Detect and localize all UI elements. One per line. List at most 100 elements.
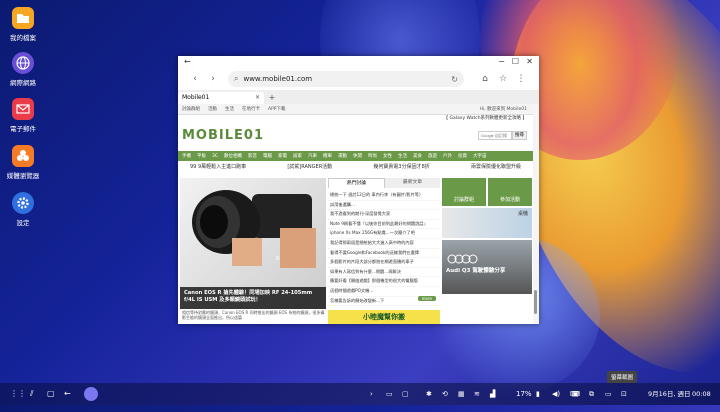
- card-join-event[interactable]: 參加活動: [488, 178, 532, 206]
- desktop-icon-email[interactable]: 電子郵件: [6, 98, 40, 133]
- menu-icon[interactable]: ⋮: [512, 74, 530, 84]
- category-link[interactable]: 電腦: [263, 153, 272, 159]
- topnav-item[interactable]: 活動: [208, 106, 217, 112]
- forum-list: 總統一下 週討12日的 車內行李（有圖片/影片等） 試用後選購... 我不過看到的期…: [328, 188, 440, 307]
- home-button-icon[interactable]: ▢: [47, 383, 55, 405]
- back-arrow-icon[interactable]: ←: [184, 56, 191, 68]
- forum-list-item[interactable]: 應要好看【開啟遊戲】那個機型的很大的電腦版: [328, 277, 440, 287]
- category-link[interactable]: 機車: [323, 153, 332, 159]
- window-titlebar[interactable]: ← − ☐ ✕: [178, 56, 539, 68]
- desktop-icon-label: 設定: [16, 219, 30, 227]
- back-button[interactable]: ‹: [186, 74, 204, 84]
- more-button[interactable]: more: [417, 296, 436, 301]
- screenshot-icon[interactable]: ▣: [572, 383, 579, 405]
- desktop-icon-my-files[interactable]: 我的檔案: [6, 7, 40, 42]
- apps-icon[interactable]: ⋮⋮: [10, 383, 26, 405]
- desktop-icon-media-browser[interactable]: 媒體瀏覽器: [6, 145, 40, 180]
- expand-icon[interactable]: ›: [370, 383, 373, 405]
- taskbar-date[interactable]: 9月16日, 週日: [648, 383, 691, 405]
- hero-caption[interactable]: Canon EOS R 搶先體驗！同場加映 RF 24-105mm f/4L I…: [180, 287, 326, 309]
- category-link[interactable]: 影音: [248, 153, 257, 159]
- topnav-item[interactable]: 生活: [225, 106, 234, 112]
- topnav-item[interactable]: APP下載: [268, 106, 286, 112]
- running-app-icon[interactable]: [84, 387, 98, 401]
- capture-icon[interactable]: ⧉: [589, 383, 594, 405]
- category-link[interactable]: 女性: [383, 153, 392, 159]
- forum-list-item[interactable]: 總統一下 週討12日的 車內行李（有圖片/影片等）: [328, 191, 440, 201]
- window-icon[interactable]: ▭: [386, 383, 393, 405]
- camera-photo: R: [192, 190, 316, 268]
- hero-image[interactable]: R Canon EOS R 搶先體驗！同場加映 RF 24-105mm f/4L…: [180, 178, 326, 309]
- category-link[interactable]: 旅遊: [428, 153, 437, 159]
- bottom-banner[interactable]: 小睦魔幫你搬: [328, 310, 440, 324]
- category-link[interactable]: 居家: [293, 153, 302, 159]
- category-link[interactable]: 美食: [413, 153, 422, 159]
- headline-link[interactable]: [試駕]RANGER活動: [287, 163, 332, 170]
- category-link[interactable]: 運動: [338, 153, 347, 159]
- site-search-input[interactable]: [478, 131, 512, 140]
- category-link[interactable]: 生活: [398, 153, 407, 159]
- new-tab-button[interactable]: +: [264, 92, 280, 104]
- topnav-item[interactable]: 在地行卡: [242, 106, 260, 112]
- site-logo[interactable]: MOBILE01: [182, 128, 264, 143]
- headline-link[interactable]: 幾何寶貴電3分保固才8折: [373, 163, 429, 170]
- page-scrollbar[interactable]: [533, 104, 539, 324]
- tab-latest-articles[interactable]: 最新文章: [385, 178, 440, 188]
- category-link[interactable]: 平板: [197, 153, 206, 159]
- headline-link[interactable]: 99 9萬輕鬆入主進口跑車: [190, 163, 246, 170]
- maximize-icon[interactable]: ☐: [512, 56, 519, 68]
- forum-list-item[interactable]: 我記得那兩屆是總統給大大進入高中時的內容: [328, 239, 440, 249]
- volume-icon[interactable]: ◀): [552, 383, 560, 405]
- card-discussion-group[interactable]: 討論群組: [442, 178, 486, 206]
- tab-mobile01[interactable]: Mobile01 ✕: [178, 92, 264, 104]
- signal-icon: ▟: [490, 390, 496, 398]
- close-icon[interactable]: ✕: [526, 56, 533, 68]
- category-link[interactable]: 家電: [278, 153, 287, 159]
- desktop-icon-label: 媒體瀏覽器: [6, 172, 40, 180]
- minimize-icon[interactable]: −: [498, 56, 505, 68]
- dex-icon[interactable]: ⊡: [621, 383, 627, 405]
- category-link[interactable]: 汽車: [308, 153, 317, 159]
- address-bar[interactable]: ⌕ www.mobile01.com ↻: [228, 71, 464, 87]
- tab-title: Mobile01: [182, 94, 210, 101]
- category-link[interactable]: 投資: [458, 153, 467, 159]
- scrollbar-thumb[interactable]: [534, 290, 537, 314]
- category-link[interactable]: 3C: [212, 154, 218, 159]
- category-link[interactable]: 大宇宙: [473, 153, 487, 159]
- tab-close-icon[interactable]: ✕: [255, 92, 260, 104]
- battery-percent: 17%: [516, 390, 532, 398]
- desktop-icon-settings[interactable]: 設定: [6, 192, 40, 227]
- reload-icon[interactable]: ↻: [451, 75, 458, 84]
- site-search-button[interactable]: 搜尋: [512, 131, 527, 140]
- card-desktop-ad[interactable]: 桌機: [442, 208, 532, 238]
- forum-list-item[interactable]: 多個影片的片段大部分都拍在網遊直播的車子: [328, 258, 440, 268]
- promo-text[interactable]: 【 Galaxy Watch系列軟體更新全攻略 】: [178, 115, 533, 123]
- category-link[interactable]: 數位相機: [224, 153, 242, 159]
- notification-icon[interactable]: ▢: [402, 383, 409, 405]
- forum-list-item[interactable]: 看得不要Google和Facebook的這樣我們在選擇: [328, 249, 440, 259]
- bookmark-icon[interactable]: ☆: [494, 74, 512, 84]
- screen-icon[interactable]: ▭: [605, 383, 612, 405]
- forum-list-item[interactable]: iphone Xs Max 256G有點貴...一次簡介了吧: [328, 229, 440, 239]
- forum-list-item[interactable]: 如果有人寫信到有什麼...問題...再解決: [328, 268, 440, 278]
- svg-text:R: R: [276, 256, 280, 262]
- category-link[interactable]: 時尚: [368, 153, 377, 159]
- home-icon[interactable]: ⌂: [476, 74, 494, 84]
- category-link[interactable]: 戶外: [443, 153, 452, 159]
- category-link[interactable]: 手機: [182, 153, 191, 159]
- topnav-item[interactable]: 討論群組: [182, 106, 200, 112]
- forum-list-item[interactable]: 我不過看到的期刊-深度發覺大家: [328, 210, 440, 220]
- back-button-icon[interactable]: ←: [64, 383, 71, 405]
- desktop-icon-internet[interactable]: 網際網路: [6, 52, 40, 87]
- login-text[interactable]: Hi, 歡迎來到 Mobile01: [480, 106, 527, 112]
- recent-icon[interactable]: ⫽: [30, 383, 34, 405]
- bluetooth-icon: ✱: [426, 390, 432, 398]
- taskbar-time[interactable]: 00:08: [692, 383, 711, 405]
- card-audi-q3[interactable]: Audi Q3 駕駛體驗分享: [442, 240, 532, 294]
- forum-list-item[interactable]: 試用後選購...: [328, 201, 440, 211]
- headline-link[interactable]: 兩雲保險優化聯盟升級: [471, 163, 521, 170]
- category-link[interactable]: 休閒: [353, 153, 362, 159]
- tab-hot-discussion[interactable]: 熱門討論: [328, 178, 385, 188]
- forum-list-item[interactable]: Note 9刷看不懂『以後你目前到此最好的問題說話』: [328, 220, 440, 230]
- forward-button[interactable]: ›: [204, 74, 222, 84]
